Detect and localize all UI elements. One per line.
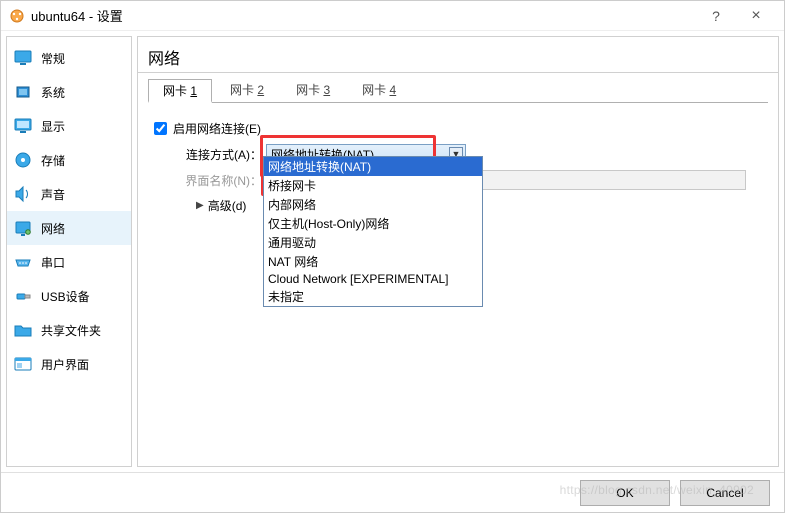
enable-adapter-label: 启用网络连接(E) [173,120,261,137]
app-icon [9,8,25,24]
window-body: 常规 系统 显示 存储 声音 网络 [1,31,784,472]
sidebar-item-network[interactable]: 网络 [7,211,131,245]
triangle-right-icon: ▶ [196,200,204,211]
adapter-tabs: 网卡 1 网卡 2 网卡 3 网卡 4 [148,79,768,103]
sidebar-item-label: 串口 [41,254,65,271]
dropdown-option[interactable]: 内部网络 [264,195,482,214]
close-button[interactable]: × [736,1,776,31]
sidebar-item-ui[interactable]: 用户界面 [7,347,131,381]
sidebar-item-general[interactable]: 常规 [7,41,131,75]
usb-icon [13,287,33,305]
sidebar-item-label: 共享文件夹 [41,322,101,339]
chip-icon [13,83,33,101]
enable-adapter-row: 启用网络连接(E) [154,117,762,139]
dropdown-option[interactable]: Cloud Network [EXPERIMENTAL] [264,271,482,287]
adapter-pane: 启用网络连接(E) 连接方式(A)： 网络地址转换(NAT) ▼ 界面名称(N)… [148,103,768,218]
attached-label: 连接方式(A)： [172,146,262,163]
serial-icon [13,253,33,271]
sidebar-item-label: 显示 [41,118,65,135]
tab-adapter3[interactable]: 网卡 3 [282,79,344,102]
attached-dropdown: 网络地址转换(NAT) 桥接网卡 内部网络 仅主机(Host-Only)网络 通… [263,156,483,307]
main-panel: 网络 网卡 1 网卡 2 网卡 3 网卡 4 启用网络连接(E) 连接方式(A)… [137,36,779,467]
dropdown-option[interactable]: 桥接网卡 [264,176,482,195]
sidebar-item-label: 系统 [41,84,65,101]
disk-icon [13,151,33,169]
sidebar-item-display[interactable]: 显示 [7,109,131,143]
speaker-icon [13,185,33,203]
help-button[interactable]: ? [696,1,736,31]
sidebar-item-serial[interactable]: 串口 [7,245,131,279]
tab-adapter4[interactable]: 网卡 4 [348,79,410,102]
titlebar: ubuntu64 - 设置 ? × [1,1,784,31]
display-icon [13,117,33,135]
settings-window: ubuntu64 - 设置 ? × 常规 系统 显示 存储 声音 [0,0,785,513]
sidebar-item-usb[interactable]: USB设备 [7,279,131,313]
dropdown-option[interactable]: 未指定 [264,287,482,306]
cancel-button[interactable]: Cancel [680,480,770,506]
sidebar-item-label: 常规 [41,50,65,67]
sidebar-item-label: 存储 [41,152,65,169]
sidebar-item-storage[interactable]: 存储 [7,143,131,177]
enable-adapter-checkbox[interactable] [154,122,167,135]
sidebar-item-label: 声音 [41,186,65,203]
window-title: ubuntu64 - 设置 [31,6,696,25]
page-title: 网络 [137,36,779,72]
iface-label: 界面名称(N)： [172,172,262,189]
sidebar: 常规 系统 显示 存储 声音 网络 [6,36,132,467]
sidebar-item-shared[interactable]: 共享文件夹 [7,313,131,347]
sidebar-item-system[interactable]: 系统 [7,75,131,109]
dropdown-option[interactable]: 网络地址转换(NAT) [264,157,482,176]
content-area: 网卡 1 网卡 2 网卡 3 网卡 4 启用网络连接(E) 连接方式(A)： 网… [137,72,779,467]
ui-icon [13,355,33,373]
sidebar-item-audio[interactable]: 声音 [7,177,131,211]
sidebar-item-label: 网络 [41,220,65,237]
tab-adapter1[interactable]: 网卡 1 [148,79,212,103]
dropdown-option[interactable]: NAT 网络 [264,252,482,271]
ok-button[interactable]: OK [580,480,670,506]
tab-adapter2[interactable]: 网卡 2 [216,79,278,102]
dropdown-option[interactable]: 通用驱动 [264,233,482,252]
dropdown-option[interactable]: 仅主机(Host-Only)网络 [264,214,482,233]
network-icon [13,219,33,237]
advanced-label: 高级(d) [208,197,247,214]
sidebar-item-label: USB设备 [41,288,90,305]
sidebar-item-label: 用户界面 [41,356,89,373]
folder-icon [13,321,33,339]
footer: https://blog.csdn.net/weixin_40902 OK Ca… [1,472,784,512]
monitor-icon [13,49,33,67]
